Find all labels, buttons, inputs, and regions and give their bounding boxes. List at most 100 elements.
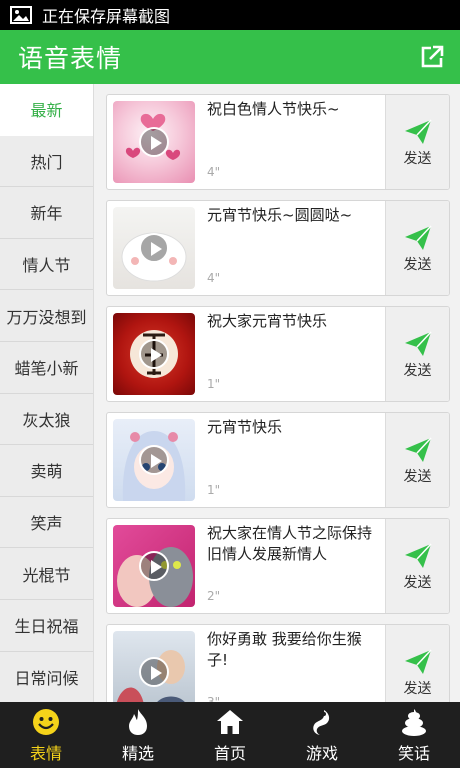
tab-label: 精选 xyxy=(121,743,154,763)
sidebar-item-hot[interactable]: 热门 xyxy=(0,135,93,188)
send-button[interactable]: 发送 xyxy=(385,307,449,401)
sticker-title: 你好勇敢 我要给你生猴子! xyxy=(207,630,362,669)
sticker-duration: 1" xyxy=(207,483,221,497)
card-body: 祝白色情人节快乐~ 4" xyxy=(201,95,385,189)
sticker-thumbnail[interactable] xyxy=(113,419,195,501)
list-item[interactable]: 你好勇敢 我要给你生猴子! 3" 发送 xyxy=(106,624,450,702)
page-title: 语音表情 xyxy=(18,44,123,73)
tab-label: 笑话 xyxy=(397,743,430,763)
list-item[interactable]: 元宵节快乐 1" 发送 xyxy=(106,412,450,508)
sidebar-item-latest[interactable]: 最新 xyxy=(0,84,93,136)
sidebar-item-label: 蜡笔小新 xyxy=(14,359,79,379)
share-icon[interactable] xyxy=(418,43,446,71)
sticker-title: 元宵节快乐~圆圆哒~ xyxy=(207,206,353,224)
sidebar-item-laughter[interactable]: 笑声 xyxy=(0,496,93,549)
send-label: 发送 xyxy=(403,363,432,379)
status-text: 正在保存屏幕截图 xyxy=(42,7,171,26)
sticker-duration: 4" xyxy=(207,271,221,285)
send-label: 发送 xyxy=(403,575,432,591)
sidebar-item-label: 情人节 xyxy=(22,256,71,276)
sidebar-item-daily-greeting[interactable]: 日常问候 xyxy=(0,651,93,704)
sidebar-item-label: 生日祝福 xyxy=(14,617,79,637)
sticker-title: 元宵节快乐 xyxy=(207,418,283,436)
tab-featured[interactable]: 精选 xyxy=(92,702,184,768)
send-button[interactable]: 发送 xyxy=(385,413,449,507)
sidebar-item-label: 日常问候 xyxy=(14,668,79,688)
send-label: 发送 xyxy=(403,257,432,273)
picture-icon xyxy=(10,6,32,24)
list-item[interactable]: 祝大家在情人节之际保持旧情人发展新情人 2" 发送 xyxy=(106,518,450,614)
sidebar-item-label: 热门 xyxy=(30,152,63,172)
tab-games[interactable]: 游戏 xyxy=(276,702,368,768)
sticker-thumbnail[interactable] xyxy=(113,101,195,183)
smiley-icon xyxy=(33,708,59,735)
tab-home[interactable]: 首页 xyxy=(184,702,276,768)
sidebar-item-cute[interactable]: 卖萌 xyxy=(0,445,93,497)
card-body: 祝大家在情人节之际保持旧情人发展新情人 2" xyxy=(201,519,385,613)
play-icon[interactable] xyxy=(139,339,169,369)
home-icon xyxy=(217,709,243,734)
sidebar-item-new-year[interactable]: 新年 xyxy=(0,187,93,239)
send-button[interactable]: 发送 xyxy=(385,625,449,702)
send-label: 发送 xyxy=(403,469,432,485)
list-item[interactable]: 祝大家元宵节快乐 1" 发送 xyxy=(106,306,450,402)
play-icon[interactable] xyxy=(139,445,169,475)
list-item[interactable]: 祝白色情人节快乐~ 4" 发送 xyxy=(106,94,450,190)
tab-stickers[interactable]: 表情 xyxy=(0,702,92,768)
sticker-thumbnail[interactable] xyxy=(113,313,195,395)
sidebar-item-label: 新年 xyxy=(30,204,63,224)
sticker-title: 祝大家在情人节之际保持旧情人发展新情人 xyxy=(207,524,373,563)
send-icon xyxy=(404,437,432,462)
list-item[interactable]: 元宵节快乐~圆圆哒~ 4" 发送 xyxy=(106,200,450,296)
sticker-title: 祝大家元宵节快乐 xyxy=(207,312,328,330)
send-icon xyxy=(404,649,432,674)
category-sidebar: 最新 热门 新年 情人节 万万没想到 蜡笔小新 灰太狼 卖萌 笑声 光棍节 生日… xyxy=(0,84,94,704)
send-label: 发送 xyxy=(403,151,432,167)
send-icon xyxy=(404,543,432,568)
send-button[interactable]: 发送 xyxy=(385,95,449,189)
sidebar-item-label: 光棍节 xyxy=(22,565,71,585)
voice-sticker-list[interactable]: 祝白色情人节快乐~ 4" 发送 元宵节快乐~圆圆哒~ 4" 发送 祝大家元宵节快… xyxy=(94,84,460,702)
sticker-thumbnail[interactable] xyxy=(113,525,195,607)
sidebar-item-crayon-shinchan[interactable]: 蜡笔小新 xyxy=(0,341,93,394)
send-button[interactable]: 发送 xyxy=(385,201,449,295)
sidebar-item-label: 笑声 xyxy=(30,514,63,534)
play-icon[interactable] xyxy=(139,551,169,581)
sticker-duration: 2" xyxy=(207,589,221,603)
card-body: 元宵节快乐~圆圆哒~ 4" xyxy=(201,201,385,295)
sticker-thumbnail[interactable] xyxy=(113,207,195,289)
sidebar-item-valentine[interactable]: 情人节 xyxy=(0,238,93,291)
sticker-duration: 1" xyxy=(207,377,221,391)
sidebar-item-grey-wolf[interactable]: 灰太狼 xyxy=(0,393,93,446)
sticker-duration: 4" xyxy=(207,165,221,179)
card-body: 祝大家元宵节快乐 1" xyxy=(201,307,385,401)
play-icon[interactable] xyxy=(139,233,169,263)
send-button[interactable]: 发送 xyxy=(385,519,449,613)
tab-jokes[interactable]: 笑话 xyxy=(368,702,460,768)
sidebar-item-label: 万万没想到 xyxy=(6,307,87,327)
send-label: 发送 xyxy=(403,681,432,697)
bottom-tab-bar: 表情 精选 首页 游戏 笑话 xyxy=(0,702,460,768)
sidebar-item-unexpected[interactable]: 万万没想到 xyxy=(0,290,93,342)
card-body: 元宵节快乐 1" xyxy=(201,413,385,507)
sidebar-item-birthday[interactable]: 生日祝福 xyxy=(0,599,93,652)
sidebar-item-label: 最新 xyxy=(30,101,63,121)
flame-icon xyxy=(129,708,147,735)
sticker-duration: 3" xyxy=(207,695,221,702)
sidebar-item-singles-day[interactable]: 光棍节 xyxy=(0,548,93,600)
poop-icon xyxy=(402,708,426,736)
app-header: 语音表情 xyxy=(0,30,460,84)
tab-label: 表情 xyxy=(29,743,62,763)
tab-label: 首页 xyxy=(213,743,246,763)
sticker-thumbnail[interactable] xyxy=(113,631,195,702)
game-icon xyxy=(313,709,330,735)
play-icon[interactable] xyxy=(139,657,169,687)
play-icon[interactable] xyxy=(139,127,169,157)
status-bar: 正在保存屏幕截图 xyxy=(0,0,460,30)
card-body: 你好勇敢 我要给你生猴子! 3" xyxy=(201,625,385,702)
sticker-title: 祝白色情人节快乐~ xyxy=(207,100,340,118)
tab-label: 游戏 xyxy=(305,743,338,763)
send-icon xyxy=(404,119,432,144)
send-icon xyxy=(404,225,432,250)
send-icon xyxy=(404,331,432,356)
